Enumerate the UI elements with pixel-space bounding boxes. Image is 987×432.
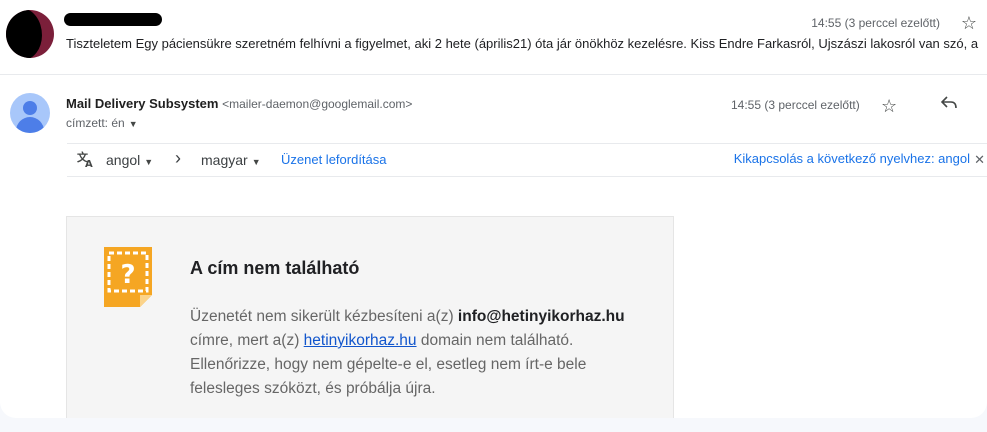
bounce-text: Üzenetét nem sikerült kézbesíteni a(z) [190,308,458,325]
avatar [6,10,54,58]
bounce-text: felesleges szóközt, és próbálja újra. [190,380,436,397]
caret-down-icon: ▼ [251,157,261,167]
sender[interactable]: Mail Delivery Subsystem <mailer-daemon@g… [66,96,412,111]
recipient-details[interactable]: címzett: én ▼ [66,116,138,130]
bounce-text: Ellenőrizze, hogy nem gépelte-e el, eset… [190,356,587,373]
bounce-title: A cím nem található [190,258,360,278]
caret-down-icon: ▼ [144,157,154,167]
svg-text:A: A [85,159,93,168]
bounce-notice-card: ? A cím nem található Üzenetét nem siker… [66,216,674,418]
message-time: 14:55 (3 perccel ezelőtt) [811,16,940,30]
message-time: 14:55 (3 perccel ezelőtt) [731,98,860,112]
sender-email: <mailer-daemon@googlemail.com> [222,97,413,111]
translate-bar: 文A angol ▼ › magyar ▼ Üzenet lefordítása K… [67,143,987,177]
collapsed-message[interactable]: 14:55 (3 perccel ezelőtt) ☆ Tiszteletem … [0,0,987,75]
domain-link[interactable]: hetinyikorhaz.hu [304,332,417,349]
bounce-text: címre, mert a(z) [190,332,304,349]
caret-down-icon[interactable]: ▼ [129,119,138,129]
redacted-sender-name [64,13,162,26]
message-snippet: Tiszteletem Egy páciensükre szeretném fe… [66,36,979,51]
bounce-text: domain nem található. [416,332,574,349]
source-language-label: angol [106,152,141,168]
source-language-select[interactable]: angol ▼ [106,152,153,168]
sender-name: Mail Delivery Subsystem [66,96,219,111]
target-language-label: magyar [201,152,248,168]
help-note-icon: ? [104,247,152,307]
translate-message-link[interactable]: Üzenet lefordítása [281,152,387,167]
recipient-label: címzett: én [66,116,125,130]
bounced-email: info@hetinyikorhaz.hu [457,308,625,325]
reply-icon[interactable] [940,94,957,115]
star-icon[interactable]: ☆ [881,96,897,117]
translate-icon: 文A [77,150,95,172]
avatar [10,93,50,133]
svg-text:?: ? [120,260,135,290]
message-panel: 14:55 (3 perccel ezelőtt) ☆ Tiszteletem … [0,0,987,418]
chevron-right-icon: › [175,148,181,168]
bounce-message: Üzenetét nem sikerült kézbesíteni a(z) i… [190,305,660,401]
close-icon[interactable]: ✕ [974,152,985,168]
target-language-select[interactable]: magyar ▼ [201,152,261,168]
star-icon[interactable]: ☆ [961,13,977,34]
turn-off-translation-link[interactable]: Kikapcsolás a következő nyelvhez: angol [734,151,970,166]
